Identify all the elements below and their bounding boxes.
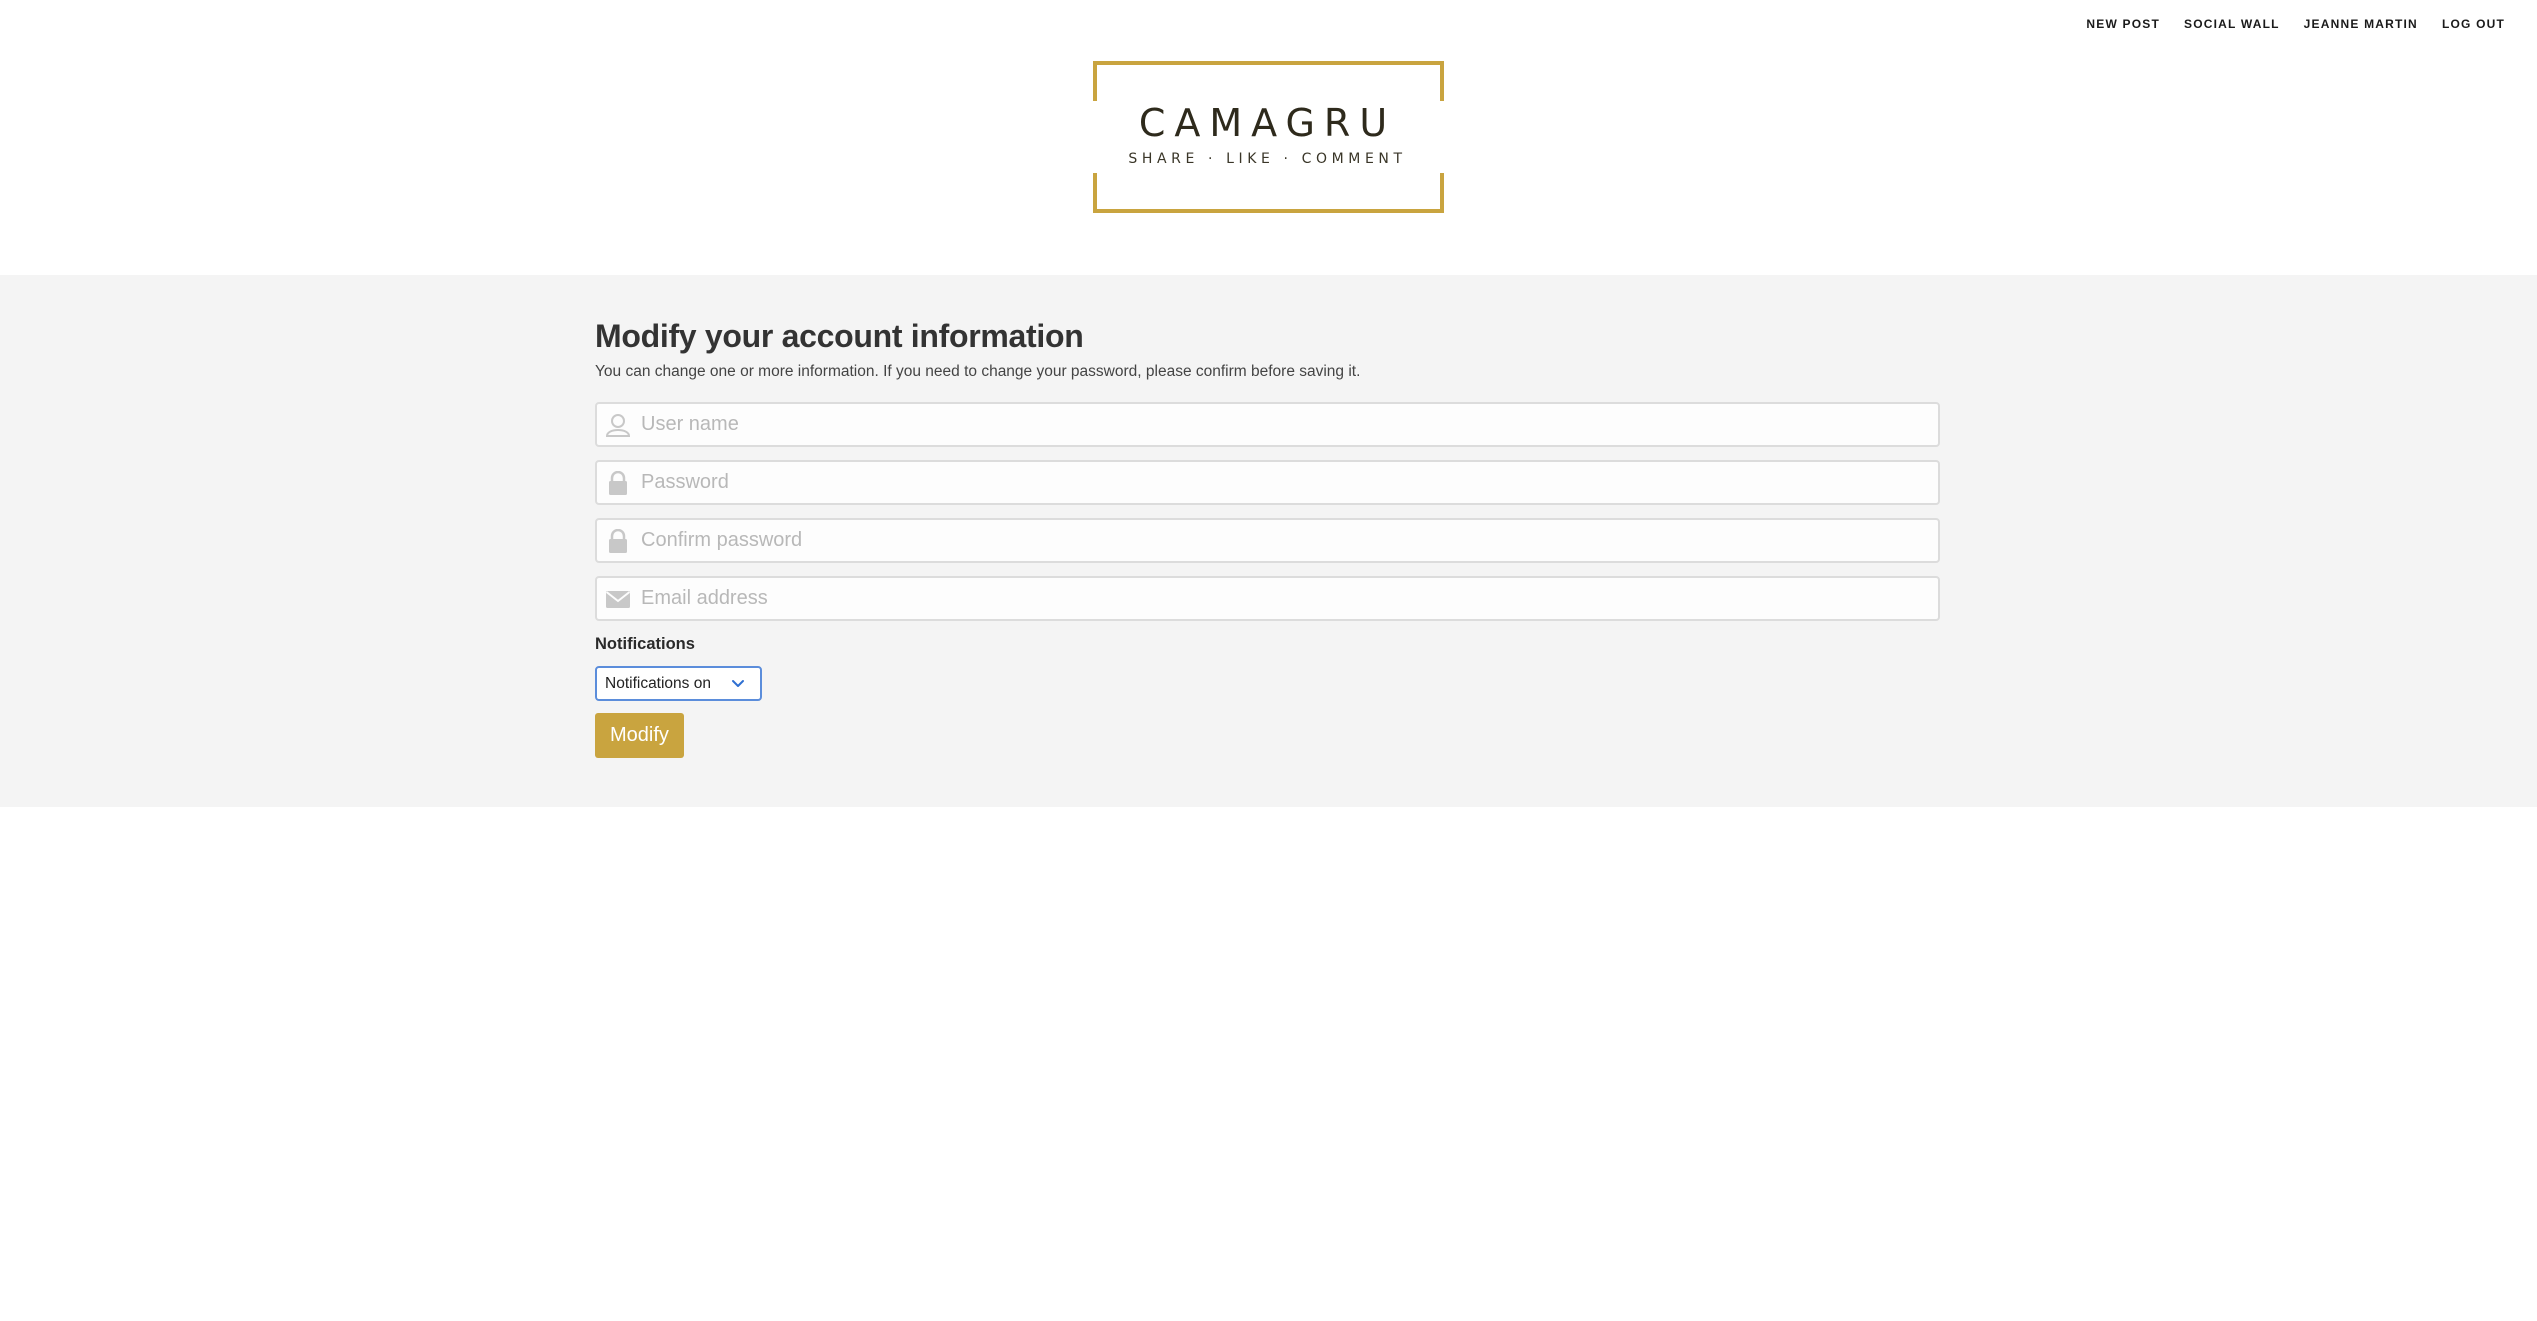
nav-user-profile-link[interactable]: JEANNE MARTIN — [2292, 17, 2430, 31]
user-icon — [605, 413, 631, 437]
logo-frame-top — [1093, 61, 1444, 101]
notifications-label: Notifications — [595, 635, 695, 653]
page-subtitle: You can change one or more information. … — [595, 363, 1361, 380]
nav-social-wall-link[interactable]: SOCIAL WALL — [2172, 17, 2292, 31]
confirm-password-field — [595, 518, 1940, 563]
password-field — [595, 460, 1940, 505]
logo-frame-bottom — [1093, 173, 1444, 213]
lock-icon — [605, 528, 631, 553]
logo-title: CAMAGRU — [1138, 101, 1397, 145]
envelope-icon — [605, 587, 631, 611]
email-field — [595, 576, 1940, 621]
site-logo[interactable]: CAMAGRU SHARE · LIKE · COMMENT — [1093, 61, 1444, 213]
confirm-password-input[interactable] — [641, 520, 1921, 561]
page-title: Modify your account information — [595, 318, 1084, 354]
username-field — [595, 402, 1940, 447]
account-form: Modify your account information You can … — [595, 318, 1940, 758]
logo-tagline: SHARE · LIKE · COMMENT — [1128, 151, 1407, 167]
notifications-selected-value: Notifications on — [605, 675, 711, 692]
notifications-select[interactable]: Notifications on — [595, 666, 762, 701]
password-input[interactable] — [641, 462, 1921, 503]
nav-new-post-link[interactable]: NEW POST — [2074, 17, 2172, 31]
lock-icon — [605, 470, 631, 495]
nav-log-out-link[interactable]: LOG OUT — [2430, 17, 2517, 31]
modify-button[interactable]: Modify — [595, 713, 684, 758]
chevron-down-icon — [730, 676, 746, 692]
top-navigation: NEW POST SOCIAL WALL JEANNE MARTIN LOG O… — [2074, 0, 2517, 48]
email-input[interactable] — [641, 578, 1921, 619]
username-input[interactable] — [641, 404, 1921, 445]
